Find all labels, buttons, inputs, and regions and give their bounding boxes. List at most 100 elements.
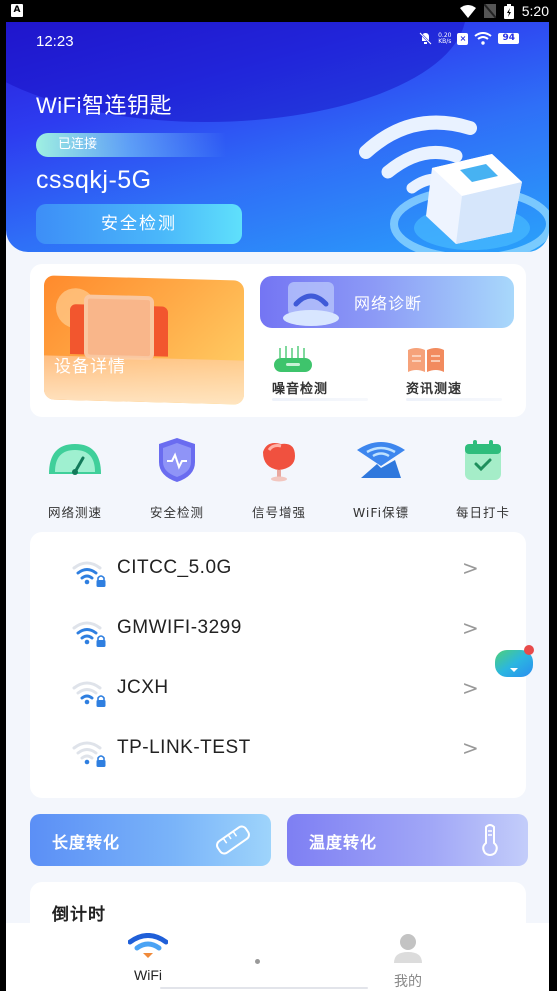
chevron-right-icon: > <box>462 676 479 700</box>
wifi-ssid: CITCC_5.0G <box>117 557 232 578</box>
system-status-bar: A 5:20 <box>0 0 557 22</box>
speed-unit: KB/s <box>438 37 452 45</box>
underline <box>406 398 502 401</box>
signal-arc <box>72 681 102 690</box>
wifi-list-item[interactable]: GMWIFI-3299 > <box>30 600 526 660</box>
feature-card: 设备详情 网络诊断 噪音检测 资讯测速 <box>30 264 526 417</box>
battery-charging-icon <box>503 3 514 19</box>
router-wifi-illustration <box>359 115 549 252</box>
network-diagnosis-label: 网络诊断 <box>354 294 423 313</box>
noise-test-button[interactable]: 噪音检测 <box>272 342 382 404</box>
signal-arc <box>72 561 102 570</box>
no-sim-icon <box>483 4 496 18</box>
speedometer-icon <box>49 444 101 475</box>
signal-dot <box>84 579 90 585</box>
quick-speed-test-label: 网络测速 <box>47 505 102 520</box>
wifi-list-item[interactable]: TP-LINK-TEST > <box>30 720 526 780</box>
temperature-converter-button[interactable]: 温度转化 <box>287 814 528 866</box>
wifi-list-item[interactable]: JCXH > <box>30 660 526 720</box>
tablet-icon <box>84 294 154 361</box>
app-title: WiFi智连钥匙 <box>36 93 172 118</box>
chevron-right-icon: > <box>462 556 479 580</box>
quick-signal-boost[interactable]: 信号增强 <box>228 434 330 524</box>
quick-daily-checkin-label: 每日打卡 <box>455 505 510 520</box>
quick-wifi-guard[interactable]: WiFi保镖 <box>330 434 432 524</box>
nav-tab-me-label: 我的 <box>394 973 422 989</box>
wifi-network-list: CITCC_5.0G > GMWIFI-3299 > JCXH > TP-LIN… <box>30 532 526 798</box>
wifi-ssid: TP-LINK-TEST <box>117 737 251 758</box>
system-clock: 5:20 <box>521 3 549 19</box>
signal-arc <box>80 754 94 760</box>
thermometer-icon <box>482 824 498 856</box>
wifi-signal-lock-icon <box>72 561 106 587</box>
quick-wifi-guard-label: WiFi保镖 <box>352 505 410 520</box>
battery-icon: 94 <box>498 33 519 44</box>
news-speed-button[interactable]: 资讯测速 <box>406 342 516 404</box>
sim-x-icon: × <box>457 32 469 45</box>
app-screen: 12:23 0.20 KB/s × 94 WiFi智连钥匙 已连接 cssqkj… <box>6 22 549 991</box>
bottom-navigation: WiFi 我的 <box>6 923 549 991</box>
quick-daily-checkin[interactable]: 每日打卡 <box>432 434 534 524</box>
signal-arc <box>80 634 94 640</box>
signal-arc <box>80 694 94 700</box>
noise-test-label: 噪音检测 <box>272 382 329 397</box>
mute-notification-icon <box>419 32 432 45</box>
signal-dot <box>84 699 90 705</box>
shield-icon <box>159 438 195 482</box>
inner-clock: 12:23 <box>36 33 74 50</box>
signal-arc <box>76 748 98 755</box>
home-indicator <box>160 987 368 989</box>
signal-dish-icon <box>263 443 295 482</box>
device-details-label: 设备详情 <box>54 357 126 377</box>
network-speed: 0.20 KB/s <box>438 32 452 45</box>
signal-dot <box>84 759 90 765</box>
length-converter-label: 长度转化 <box>52 833 121 852</box>
signal-arc <box>72 741 102 750</box>
nav-tab-wifi[interactable]: WiFi <box>118 933 178 989</box>
signal-arc <box>76 628 98 635</box>
nav-tab-wifi-label: WiFi <box>134 967 162 983</box>
wifi-signal-lock-icon <box>72 681 106 707</box>
device-details-tile[interactable] <box>44 275 244 405</box>
floating-assistant-button[interactable] <box>494 644 536 678</box>
signal-arc <box>76 688 98 695</box>
ruler-icon <box>216 825 250 855</box>
temperature-converter-label: 温度转化 <box>309 833 378 852</box>
network-diagnosis-tile[interactable]: 网络诊断 <box>260 276 514 328</box>
chevron-right-icon: > <box>462 736 479 760</box>
signal-arc <box>76 568 98 575</box>
book-icon <box>408 348 444 372</box>
wifi-icon <box>474 32 493 45</box>
connection-status-badge: 已连接 <box>36 133 226 157</box>
quick-tools: 网络测速 安全检测 信号增强 WiFi保镖 每日打卡 <box>24 434 534 524</box>
wifi-guard-icon <box>357 442 405 478</box>
chevron-right-icon: > <box>462 616 479 640</box>
page-indicator-dot <box>255 959 260 964</box>
signal-arc <box>72 621 102 630</box>
cloud-signal-icon <box>283 282 339 326</box>
quick-speed-test[interactable]: 网络测速 <box>24 434 126 524</box>
quick-security-check[interactable]: 安全检测 <box>126 434 228 524</box>
app-notification-icon: A <box>11 4 23 17</box>
user-avatar-icon <box>394 934 422 963</box>
connected-ssid: cssqkj-5G <box>36 166 152 194</box>
nav-tab-me[interactable]: 我的 <box>378 933 438 989</box>
hero-banner: 12:23 0.20 KB/s × 94 WiFi智连钥匙 已连接 cssqkj… <box>6 22 549 252</box>
countdown-title: 倒计时 <box>52 905 106 925</box>
quick-signal-boost-label: 信号增强 <box>251 505 306 520</box>
lock-icon <box>96 575 106 587</box>
wifi-list-item[interactable]: CITCC_5.0G > <box>30 540 526 600</box>
lock-icon <box>96 755 106 767</box>
length-converter-button[interactable]: 长度转化 <box>30 814 271 866</box>
wifi-signal-lock-icon <box>72 741 106 767</box>
wifi-ssid: JCXH <box>117 677 169 698</box>
signal-arc <box>80 574 94 580</box>
calendar-check-icon <box>465 440 501 480</box>
wifi-tab-icon <box>127 933 169 958</box>
underline <box>272 398 368 401</box>
security-scan-button[interactable]: 安全检测 <box>36 204 242 244</box>
lock-icon <box>96 635 106 647</box>
lock-icon <box>96 695 106 707</box>
quick-security-check-label: 安全检测 <box>149 505 204 520</box>
wifi-icon <box>459 4 476 18</box>
